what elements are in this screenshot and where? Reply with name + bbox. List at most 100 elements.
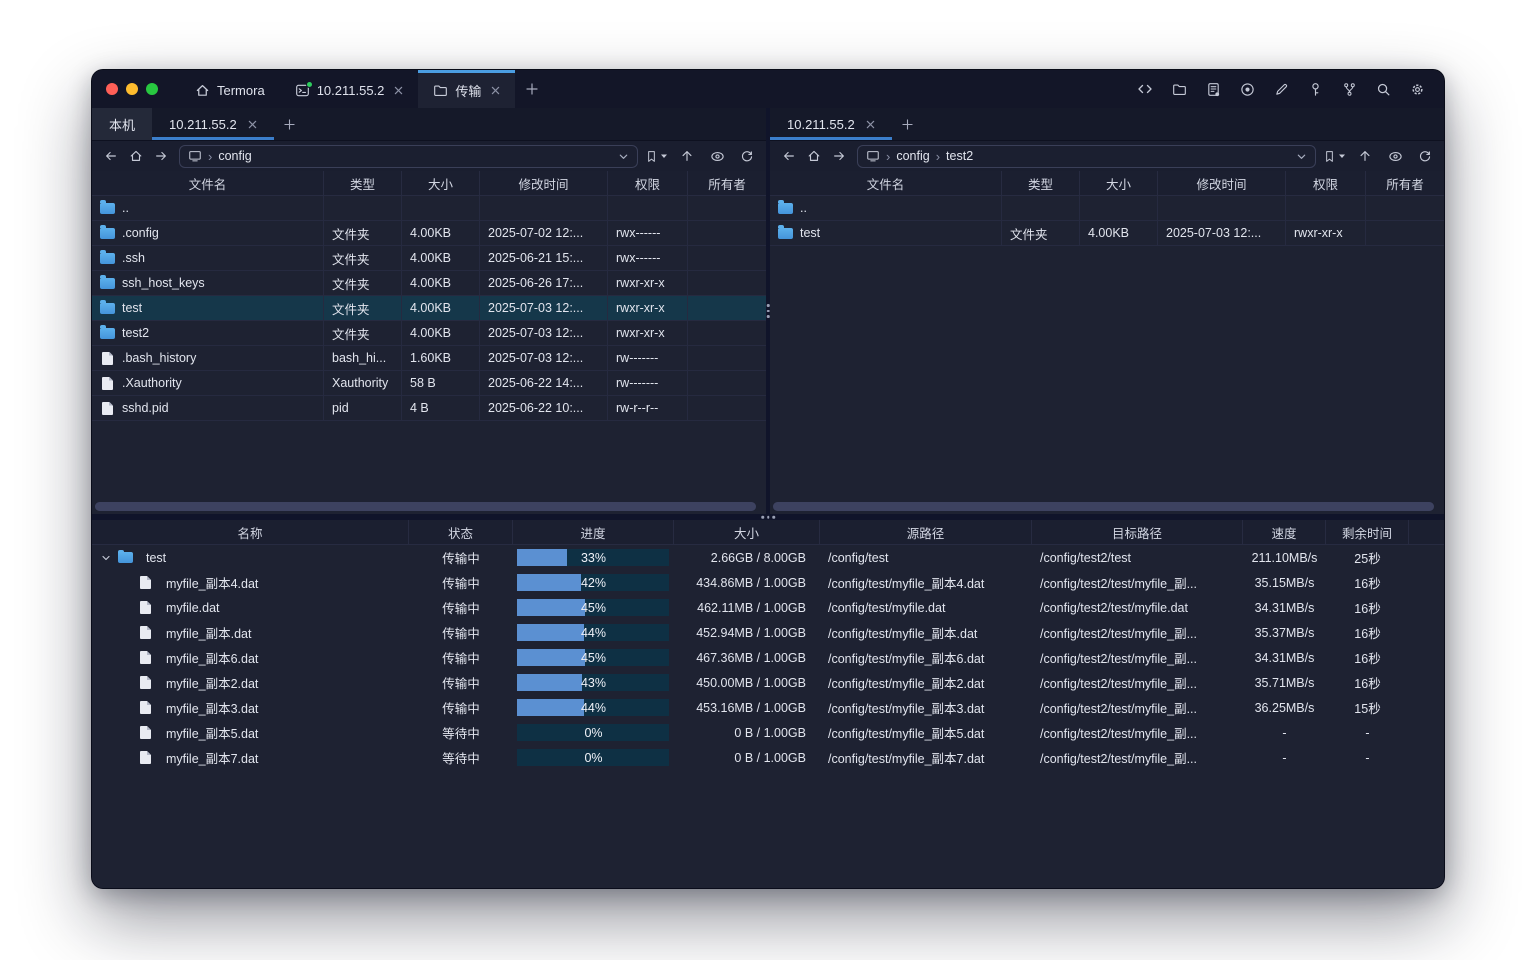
path-field[interactable]: ›config bbox=[179, 145, 638, 168]
column-header-filename[interactable]: 文件名 bbox=[92, 171, 324, 195]
file-type: 文件夹 bbox=[324, 321, 402, 345]
column-header-owner[interactable]: 所有者 bbox=[1366, 171, 1444, 195]
pane-tab-local[interactable]: 本机 bbox=[92, 108, 152, 140]
close-pane-tab-button[interactable] bbox=[248, 120, 257, 129]
tab-transfer[interactable]: 传输 bbox=[418, 70, 515, 108]
forward-button[interactable] bbox=[150, 145, 172, 167]
branch-button[interactable] bbox=[1338, 78, 1360, 100]
close-tab-button[interactable] bbox=[491, 86, 500, 95]
connection-status-dot bbox=[306, 81, 313, 88]
file-row[interactable]: test 文件夹 4.00KB 2025-07-03 12:... rwxr-x… bbox=[92, 296, 766, 321]
close-window-button[interactable] bbox=[106, 83, 118, 95]
column-header-owner[interactable]: 所有者 bbox=[688, 171, 766, 195]
sftp-button[interactable] bbox=[1168, 78, 1190, 100]
transfer-row[interactable]: myfile_副本5.dat 等待中 0% 0 B / 1.00GB /conf… bbox=[92, 720, 1444, 745]
column-header-remaining[interactable]: 剩余时间 bbox=[1326, 520, 1409, 544]
column-header-type[interactable]: 类型 bbox=[324, 171, 402, 195]
new-pane-tab-button[interactable] bbox=[274, 108, 306, 140]
file-row[interactable]: .ssh 文件夹 4.00KB 2025-06-21 15:... rwx---… bbox=[92, 246, 766, 271]
horizontal-splitter[interactable] bbox=[92, 514, 1444, 520]
upload-button[interactable] bbox=[1354, 145, 1376, 167]
bookmark-button[interactable] bbox=[645, 150, 668, 163]
column-header-mtime[interactable]: 修改时间 bbox=[1158, 171, 1286, 195]
horizontal-scrollbar[interactable] bbox=[95, 502, 756, 511]
path-dropdown-button[interactable] bbox=[618, 151, 629, 162]
column-header-size[interactable]: 大小 bbox=[402, 171, 480, 195]
file-row[interactable]: .. bbox=[770, 196, 1444, 221]
new-pane-tab-button[interactable] bbox=[892, 108, 924, 140]
file-mtime bbox=[480, 196, 608, 220]
transfer-name: myfile_副本6.dat bbox=[166, 648, 258, 667]
transfer-row[interactable]: myfile_副本.dat 传输中 44% 452.94MB / 1.00GB … bbox=[92, 620, 1444, 645]
path-dropdown-button[interactable] bbox=[1296, 151, 1307, 162]
transfer-row[interactable]: myfile_副本6.dat 传输中 45% 467.36MB / 1.00GB… bbox=[92, 645, 1444, 670]
show-hidden-button[interactable] bbox=[706, 145, 728, 167]
column-header-speed[interactable]: 速度 bbox=[1243, 520, 1326, 544]
keys-button[interactable] bbox=[1304, 78, 1326, 100]
code-button[interactable] bbox=[1134, 78, 1156, 100]
bookmark-button[interactable] bbox=[1323, 150, 1346, 163]
close-tab-button[interactable] bbox=[394, 86, 403, 95]
log-button[interactable] bbox=[1202, 78, 1224, 100]
back-button[interactable] bbox=[778, 145, 800, 167]
maximize-window-button[interactable] bbox=[146, 83, 158, 95]
file-row[interactable]: test2 文件夹 4.00KB 2025-07-03 12:... rwxr-… bbox=[92, 321, 766, 346]
back-button[interactable] bbox=[100, 145, 122, 167]
breadcrumb-segment[interactable]: test2 bbox=[946, 149, 973, 163]
pane-tab-server[interactable]: 10.211.55.2 bbox=[152, 108, 274, 140]
column-header-status[interactable]: 状态 bbox=[409, 520, 513, 544]
column-header-type[interactable]: 类型 bbox=[1002, 171, 1080, 195]
close-pane-tab-button[interactable] bbox=[866, 120, 875, 129]
progress-bar: 45% bbox=[513, 645, 674, 670]
home-button[interactable] bbox=[125, 145, 147, 167]
tab-terminal-session[interactable]: 10.211.55.2 bbox=[280, 70, 419, 108]
edit-button[interactable] bbox=[1270, 78, 1292, 100]
path-field[interactable]: ›config›test2 bbox=[857, 145, 1316, 168]
file-row[interactable]: .bash_history bash_hi... 1.60KB 2025-07-… bbox=[92, 346, 766, 371]
column-header-permissions[interactable]: 权限 bbox=[1286, 171, 1366, 195]
transfer-row[interactable]: myfile_副本2.dat 传输中 43% 450.00MB / 1.00GB… bbox=[92, 670, 1444, 695]
file-type: pid bbox=[324, 396, 402, 420]
transfer-row[interactable]: myfile_副本4.dat 传输中 42% 434.86MB / 1.00GB… bbox=[92, 570, 1444, 595]
transfer-name: myfile_副本2.dat bbox=[166, 673, 258, 692]
minimize-window-button[interactable] bbox=[126, 83, 138, 95]
transfer-row[interactable]: myfile_副本3.dat 传输中 44% 453.16MB / 1.00GB… bbox=[92, 695, 1444, 720]
column-header-permissions[interactable]: 权限 bbox=[608, 171, 688, 195]
file-row[interactable]: .. bbox=[92, 196, 766, 221]
file-row[interactable]: .Xauthority Xauthority 58 B 2025-06-22 1… bbox=[92, 371, 766, 396]
file-row[interactable]: sshd.pid pid 4 B 2025-06-22 10:... rw-r-… bbox=[92, 396, 766, 421]
file-permissions: rwxr-xr-x bbox=[608, 321, 688, 345]
pane-tab-server[interactable]: 10.211.55.2 bbox=[770, 108, 892, 140]
file-row[interactable]: test 文件夹 4.00KB 2025-07-03 12:... rwxr-x… bbox=[770, 221, 1444, 246]
forward-button[interactable] bbox=[828, 145, 850, 167]
upload-button[interactable] bbox=[676, 145, 698, 167]
breadcrumb-segment[interactable]: config bbox=[218, 149, 251, 163]
file-row[interactable]: ssh_host_keys 文件夹 4.00KB 2025-06-26 17:.… bbox=[92, 271, 766, 296]
column-header-filename[interactable]: 文件名 bbox=[770, 171, 1002, 195]
file-row[interactable]: .config 文件夹 4.00KB 2025-07-02 12:... rwx… bbox=[92, 221, 766, 246]
search-button[interactable] bbox=[1372, 78, 1394, 100]
refresh-button[interactable] bbox=[1414, 145, 1436, 167]
column-header-progress[interactable]: 进度 bbox=[513, 520, 674, 544]
column-header-size[interactable]: 大小 bbox=[674, 520, 820, 544]
breadcrumb-segment[interactable]: config bbox=[896, 149, 929, 163]
column-header-target-path[interactable]: 目标路径 bbox=[1032, 520, 1243, 544]
chevron-right-icon: › bbox=[936, 149, 940, 164]
show-hidden-button[interactable] bbox=[1384, 145, 1406, 167]
transfer-row[interactable]: test 传输中 33% 2.66GB / 8.00GB /config/tes… bbox=[92, 545, 1444, 570]
column-header-source-path[interactable]: 源路径 bbox=[820, 520, 1032, 544]
settings-button[interactable] bbox=[1406, 78, 1428, 100]
tab-termora-home[interactable]: Termora bbox=[180, 70, 280, 108]
expand-chevron-icon[interactable] bbox=[100, 553, 112, 563]
transfer-size: 462.11MB / 1.00GB bbox=[674, 595, 820, 620]
horizontal-scrollbar[interactable] bbox=[773, 502, 1434, 511]
home-button[interactable] bbox=[803, 145, 825, 167]
transfer-row[interactable]: myfile.dat 传输中 45% 462.11MB / 1.00GB /co… bbox=[92, 595, 1444, 620]
column-header-size[interactable]: 大小 bbox=[1080, 171, 1158, 195]
refresh-button[interactable] bbox=[736, 145, 758, 167]
new-tab-button[interactable] bbox=[515, 70, 549, 108]
record-button[interactable] bbox=[1236, 78, 1258, 100]
column-header-mtime[interactable]: 修改时间 bbox=[480, 171, 608, 195]
transfer-row[interactable]: myfile_副本7.dat 等待中 0% 0 B / 1.00GB /conf… bbox=[92, 745, 1444, 770]
column-header-name[interactable]: 名称 bbox=[92, 520, 409, 544]
